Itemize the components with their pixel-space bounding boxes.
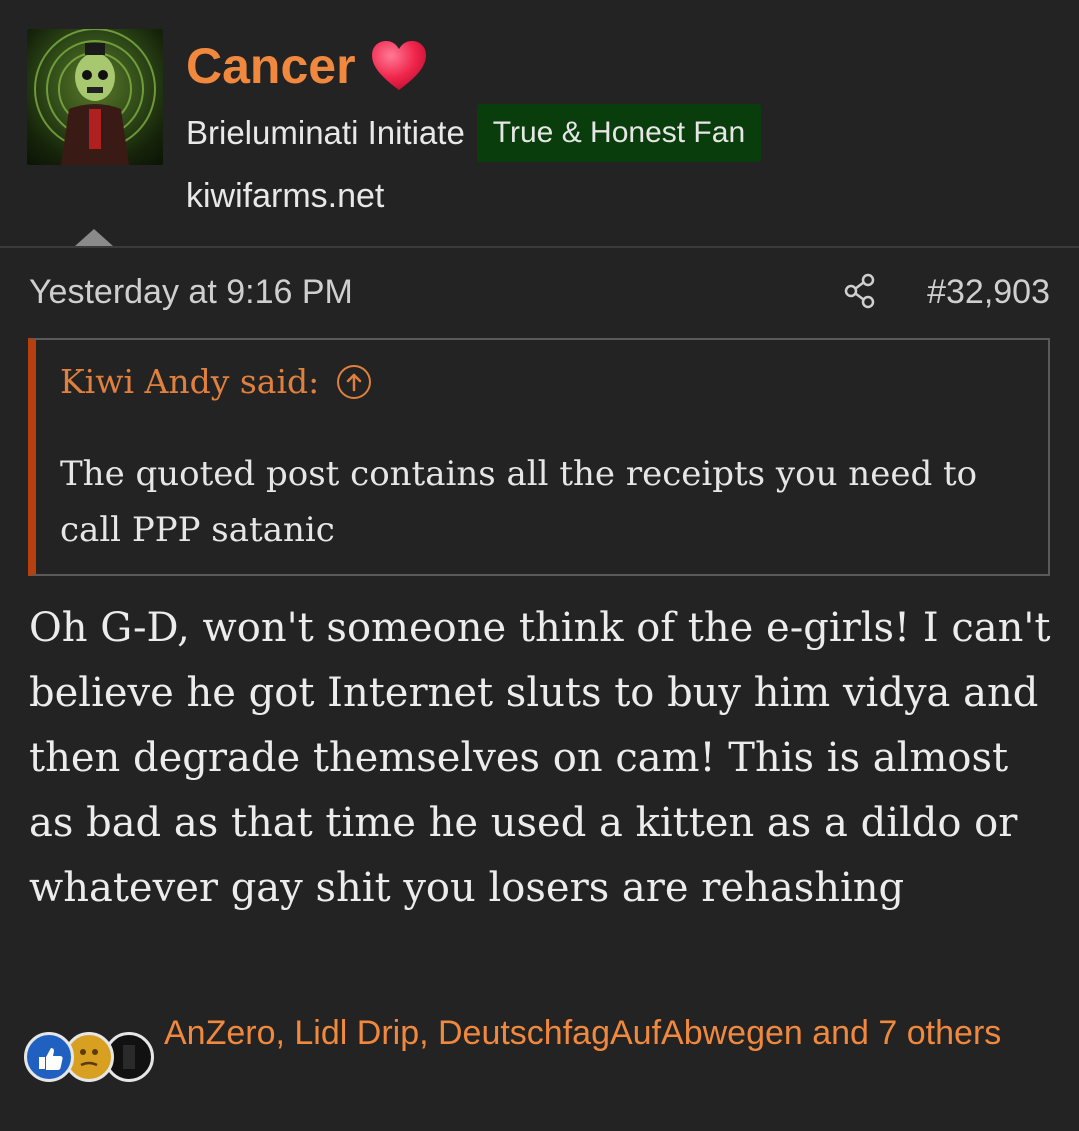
thumbs-up-icon[interactable] <box>24 1032 74 1082</box>
post-number[interactable]: #32,903 <box>927 268 1050 316</box>
username[interactable]: Cancer <box>186 36 428 96</box>
heart-icon <box>371 41 426 90</box>
avatar-image <box>34 29 156 165</box>
quote-header[interactable]: Kiwi Andy said: <box>60 362 372 401</box>
avatar[interactable] <box>27 29 163 165</box>
user-title-row: Brieluminati Initiate True & Honest Fan <box>186 104 762 162</box>
quote-author[interactable]: Kiwi Andy said: <box>60 362 319 401</box>
reaction-summary[interactable]: AnZero, Lidl Drip, DeutschfagAufAbwegen … <box>164 1008 1034 1058</box>
reaction-icons[interactable] <box>24 1030 154 1086</box>
post-timestamp[interactable]: Yesterday at 9:16 PM <box>29 268 353 316</box>
share-icon[interactable] <box>843 272 877 310</box>
caret-up-icon <box>75 229 113 246</box>
divider <box>0 246 1079 248</box>
quote-text: The quoted post contains all the receipt… <box>60 454 978 550</box>
username-text[interactable]: Cancer <box>186 36 356 96</box>
quote-block: Kiwi Andy said: The quoted post contains… <box>28 338 1050 576</box>
user-title: Brieluminati Initiate <box>186 114 465 151</box>
post-message: Oh G-D, won't someone think of the e-gir… <box>29 605 1051 911</box>
user-site: kiwifarms.net <box>186 177 385 215</box>
arrow-up-circle-icon[interactable] <box>337 364 372 399</box>
user-badge: True & Honest Fan <box>476 104 762 162</box>
forum-post: Cancer Brieluminati Initiate True & Hone… <box>0 0 1079 1131</box>
